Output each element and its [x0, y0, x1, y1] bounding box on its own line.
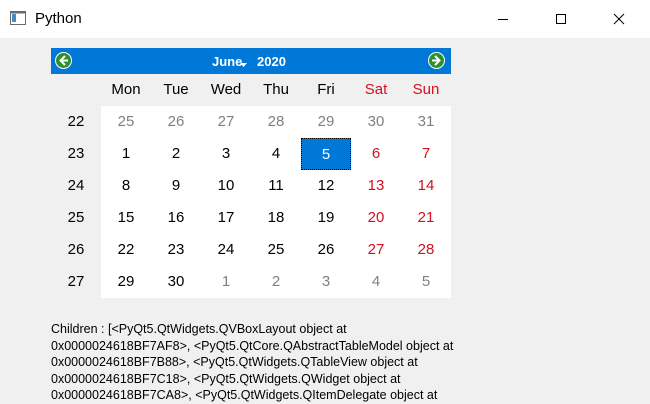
title-bar[interactable]: Python: [0, 0, 650, 38]
day-cell[interactable]: 13: [351, 170, 401, 202]
day-cell[interactable]: 17: [201, 202, 251, 234]
day-cell[interactable]: 1: [201, 266, 251, 298]
week-number: 24: [67, 177, 85, 194]
day-cell[interactable]: 4: [351, 266, 401, 298]
weekday-thu: Thu: [263, 81, 289, 98]
day-cell[interactable]: 19: [301, 202, 351, 234]
weekday-header: Mon Tue Wed Thu Fri Sat Sun: [101, 74, 451, 106]
day-cell[interactable]: 31: [401, 106, 451, 138]
children-label-line: 0x0000024618BF7B88>, <PyQt5.QtWidgets.QT…: [51, 355, 418, 369]
day-cell[interactable]: 6: [351, 138, 401, 170]
day-cell[interactable]: 10: [201, 170, 251, 202]
week-number: 27: [67, 273, 85, 290]
day-cell[interactable]: 22: [101, 234, 151, 266]
app-icon: [10, 11, 26, 25]
day-cell[interactable]: 11: [251, 170, 301, 202]
day-cell[interactable]: 4: [251, 138, 301, 170]
arrow-left-icon: [55, 52, 72, 69]
day-cell[interactable]: 18: [251, 202, 301, 234]
day-cell[interactable]: 2: [251, 266, 301, 298]
day-cell[interactable]: 24: [201, 234, 251, 266]
day-cell[interactable]: 28: [401, 234, 451, 266]
day-cell[interactable]: 3: [301, 266, 351, 298]
maximize-button[interactable]: [538, 0, 584, 38]
weekday-sat: Sat: [364, 81, 388, 98]
window-title: Python: [35, 10, 82, 27]
children-label: Children : [<PyQt5.QtWidgets.QVBoxLayout…: [51, 321, 481, 404]
day-cell[interactable]: 1: [101, 138, 151, 170]
grid-corner: [51, 74, 101, 106]
day-cell[interactable]: 15: [101, 202, 151, 234]
day-cell[interactable]: 25: [101, 106, 151, 138]
day-cell[interactable]: 7: [401, 138, 451, 170]
minimize-button[interactable]: [480, 0, 526, 38]
day-cell[interactable]: 30: [351, 106, 401, 138]
next-month-button[interactable]: [428, 52, 445, 69]
previous-month-button[interactable]: [55, 52, 72, 69]
day-cell[interactable]: 29: [101, 266, 151, 298]
close-icon: [613, 13, 625, 25]
day-cell[interactable]: 26: [151, 106, 201, 138]
weekday-fri: Fri: [317, 81, 335, 98]
day-cell[interactable]: 25: [251, 234, 301, 266]
day-cell-selected[interactable]: 5: [301, 138, 351, 170]
day-cell[interactable]: 27: [351, 234, 401, 266]
day-cell[interactable]: 8: [101, 170, 151, 202]
minimize-icon: [498, 19, 508, 20]
children-label-line: Children : [<PyQt5.QtWidgets.QVBoxLayout…: [51, 322, 347, 336]
day-cell[interactable]: 9: [151, 170, 201, 202]
day-cell[interactable]: 3: [201, 138, 251, 170]
day-cell[interactable]: 2: [151, 138, 201, 170]
day-cell[interactable]: 23: [151, 234, 201, 266]
day-cell[interactable]: 16: [151, 202, 201, 234]
arrow-right-icon: [428, 52, 445, 69]
day-cell[interactable]: 5: [401, 266, 451, 298]
day-cell[interactable]: 29: [301, 106, 351, 138]
chevron-down-icon: [240, 63, 247, 67]
day-cell[interactable]: 26: [301, 234, 351, 266]
week-number-column: 22 23 24 25 26 27: [51, 106, 101, 298]
day-cell[interactable]: 27: [201, 106, 251, 138]
week-number: 23: [67, 145, 85, 162]
calendar-widget[interactable]: June 2020 Mon Tue Wed Thu Fri Sat Sun 22 23 24 25…: [51, 48, 451, 298]
weekday-tue: Tue: [163, 81, 189, 98]
day-cell[interactable]: 21: [401, 202, 451, 234]
close-button[interactable]: [596, 0, 642, 38]
weekday-wed: Wed: [210, 81, 242, 98]
weekday-mon: Mon: [111, 81, 141, 98]
day-cell[interactable]: 20: [351, 202, 401, 234]
day-cell[interactable]: 12: [301, 170, 351, 202]
year-selector[interactable]: 2020: [257, 54, 286, 69]
day-cell[interactable]: 28: [251, 106, 301, 138]
month-selector[interactable]: June: [212, 54, 242, 69]
children-label-line: 0x0000024618BF7C18>, <PyQt5.QtWidgets.QW…: [51, 371, 401, 386]
weekday-sun: Sun: [412, 81, 440, 98]
calendar-grid: Mon Tue Wed Thu Fri Sat Sun 22 23 24 25 26 27 25 26 2…: [51, 74, 451, 298]
day-cell[interactable]: 14: [401, 170, 451, 202]
maximize-icon: [556, 14, 566, 24]
week-number: 22: [67, 113, 85, 130]
children-label-line: 0x0000024618BF7AF8>, <PyQt5.QtCore.QAbst…: [51, 338, 454, 353]
calendar-navigation-bar: June 2020: [51, 48, 451, 74]
week-number: 25: [67, 209, 85, 226]
day-cell[interactable]: 30: [151, 266, 201, 298]
children-label-line: 0x0000024618BF7CA8>, <PyQt5.QtWidgets.QI…: [51, 388, 438, 402]
week-number: 26: [67, 241, 85, 258]
